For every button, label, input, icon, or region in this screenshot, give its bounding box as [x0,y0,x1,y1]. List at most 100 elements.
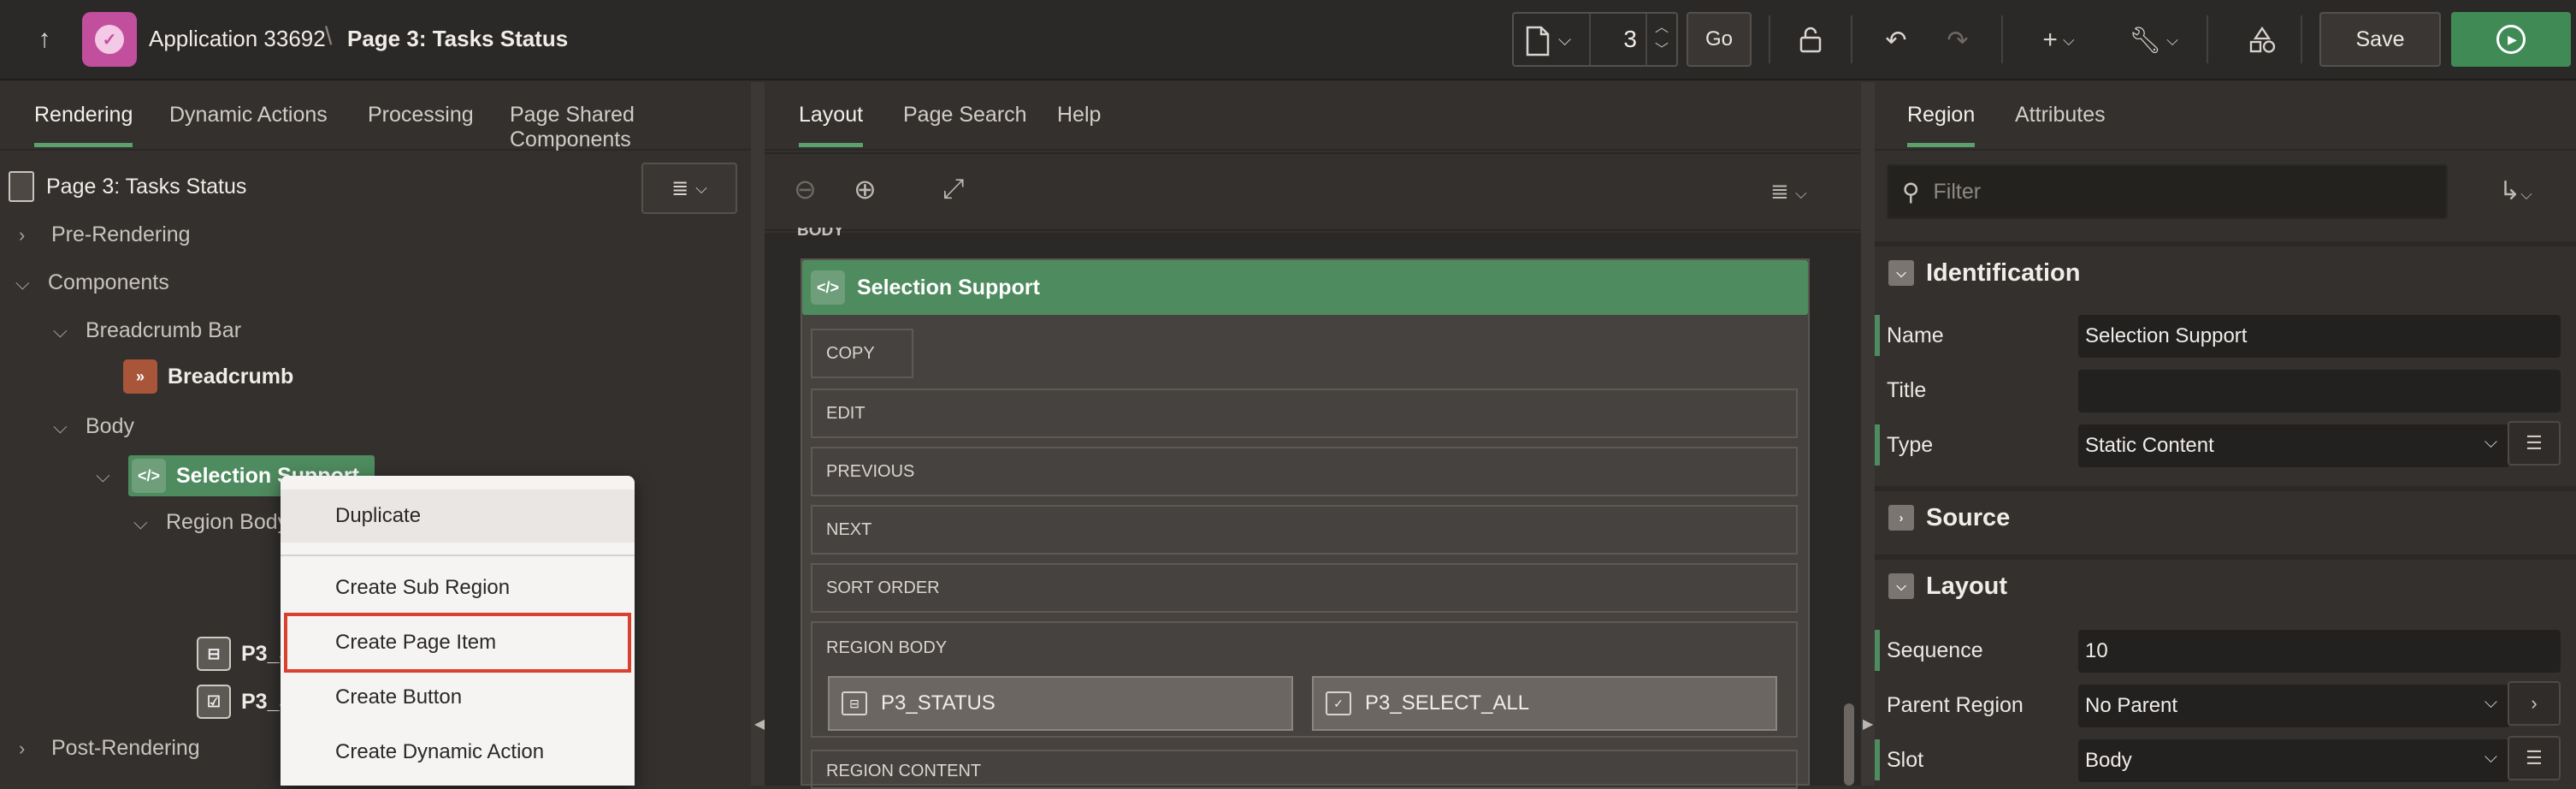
chevron-down-icon[interactable]: ⌵ [133,512,148,534]
type-select[interactable]: Static Content ⌵ [2078,424,2509,467]
tab-attributes[interactable]: Attributes [2015,103,2106,143]
chevron-down-icon: ⌵ [2484,693,2497,712]
tab-page-shared-components[interactable]: Page Shared Components [510,103,751,168]
chevron-down-icon[interactable]: ⌵ [53,320,68,342]
filter-input[interactable]: ⚲ Filter [1887,164,2448,219]
title-field[interactable] [2078,370,2561,412]
tree-node-item-2[interactable]: ☑ P3_S [197,685,293,719]
tab-dynamic-actions[interactable]: Dynamic Actions [169,103,328,143]
zoom-out-icon[interactable]: ⊖ [794,173,817,205]
list-options-icon[interactable]: ☰ [2508,736,2561,780]
page-number-spinner[interactable]: ︿ ﹀ [1645,14,1676,65]
slot-copy[interactable]: COPY [811,329,913,378]
chevron-up-icon[interactable]: ︿ [1655,17,1669,39]
menu-item-create-page-item[interactable]: Create Page Item [284,613,631,673]
chevron-down-icon[interactable]: ⌵ [1558,31,1571,50]
chevron-down-icon[interactable]: ﹀ [1655,39,1669,62]
collapse-left-icon[interactable]: ◀ [754,715,765,733]
create-plus-icon[interactable]: + ⌵ [2029,19,2089,62]
tree-node-breadcrumb-bar[interactable]: ⌵ Breadcrumb Bar [53,318,241,343]
page-item-p3-status[interactable]: ⊟ P3_STATUS [828,676,1293,731]
prop-label: Type [1887,433,1934,457]
collapse-icon[interactable]: ⌵ [1888,260,1914,286]
slot-region-content[interactable]: REGION CONTENT [811,750,1798,789]
tab-region[interactable]: Region [1907,103,1976,147]
run-page-button[interactable]: ▶ [2451,12,2571,67]
slot-next[interactable]: NEXT [811,505,1798,555]
body-slot-label: BODY [797,228,844,240]
tree-root[interactable]: Page 3: Tasks Status [9,171,246,202]
chevron-down-icon[interactable]: ⌵ [53,416,68,438]
lock-icon[interactable] [1789,19,1832,62]
section-layout[interactable]: ⌵ Layout [1875,555,2576,613]
region-header[interactable]: </> Selection Support [802,260,1808,315]
chevron-down-icon[interactable]: ⌵ [15,272,30,294]
parent-region-select[interactable]: No Parent ⌵ [2078,685,2509,727]
tree-node-breadcrumb[interactable]: » Breadcrumb [123,359,293,394]
slot-edit[interactable]: EDIT [811,389,1798,438]
menu-item-create-button[interactable]: Create Button [281,671,635,724]
chevron-down-icon: ⌵ [2484,433,2497,452]
section-identification[interactable]: ⌵ Identification [1875,241,2576,300]
tree-node-pre-rendering[interactable]: › Pre-Rendering [19,222,191,247]
chevron-right-icon[interactable]: › [19,224,31,246]
tab-processing[interactable]: Processing [368,103,474,143]
go-button[interactable]: Go [1687,12,1752,67]
wrench-icon[interactable]: 🔧︎ ⌵ [2121,19,2186,62]
property-editor: Region Attributes ⚲ Filter ↳⌵ ⌵ Identifica… [1875,82,2576,786]
go-to-group-icon[interactable]: ↳⌵ [2499,176,2532,206]
save-button[interactable]: Save [2319,12,2441,67]
tree-node-region-body[interactable]: ⌵ Region Body [133,510,288,535]
app-logo-icon[interactable]: ✓ [82,12,137,67]
slot-select[interactable]: Body ⌵ [2078,739,2509,782]
slot-sort-order[interactable]: SORT ORDER [811,563,1798,613]
page-item-p3-select-all[interactable]: ✓ P3_SELECT_ALL [1312,676,1777,731]
panel-splitter-left[interactable]: ◀ [751,82,765,786]
tree-node-post-rendering[interactable]: › Post-Rendering [19,736,200,761]
layout-canvas: BODY </> Selection Support COPY EDIT PREV… [765,228,1861,789]
required-indicator [1875,739,1880,780]
slot-previous[interactable]: PREVIOUS [811,447,1798,496]
tab-page-search[interactable]: Page Search [903,103,1027,143]
code-region-icon: </> [132,459,166,493]
tab-rendering[interactable]: Rendering [34,103,133,147]
tree-menu-button[interactable]: ≣ ⌵ [641,163,737,214]
page-number-input[interactable]: 3 [1589,14,1647,65]
sequence-field[interactable]: 10 [2078,630,2561,673]
divider [2301,15,2302,63]
vertical-scrollbar[interactable] [1844,703,1854,786]
tree-node-item-1[interactable]: ⊟ P3_S [197,637,293,671]
chevron-down-icon[interactable]: ⌵ [96,465,110,487]
name-field[interactable]: Selection Support [2078,315,2561,358]
slot-region-body[interactable]: REGION BODY ⊟ P3_STATUS ✓ P3_SELECT_ALL [811,621,1798,738]
panel-splitter-right[interactable]: ▶ [1861,82,1875,786]
menu-item-create-dynamic-action[interactable]: Create Dynamic Action [281,726,635,779]
list-options-icon[interactable]: ☰ [2508,421,2561,466]
section-source[interactable]: › Source [1875,486,2576,544]
tree-node-components[interactable]: ⌵ Components [15,270,169,295]
expand-icon[interactable]: ⤢ [942,173,965,205]
chevron-right-icon[interactable]: › [19,738,31,760]
menu-item-duplicate[interactable]: Duplicate [281,489,635,543]
breadcrumb-separator: \ [325,22,333,50]
collapse-icon[interactable]: ⌵ [1888,573,1914,599]
page-title: Page 3: Tasks Status [347,26,569,51]
region-selection-support[interactable]: </> Selection Support COPY EDIT PREVIOUS … [801,258,1810,789]
zoom-in-icon[interactable]: ⊕ [854,173,877,205]
tab-help[interactable]: Help [1057,103,1101,143]
app-name-link[interactable]: Application 33692 [149,26,326,52]
tab-layout[interactable]: Layout [799,103,864,147]
arrow-up-icon[interactable]: ↑ [26,21,63,58]
tree-node-body[interactable]: ⌵ Body [53,414,134,439]
page-icon[interactable] [1526,26,1550,56]
shared-components-icon[interactable] [2241,19,2284,62]
undo-icon[interactable]: ↶ [1875,19,1917,62]
chevron-right-icon[interactable]: › [2508,681,2561,726]
layout-menu-icon[interactable]: ≣ ⌵ [1770,178,1807,205]
prop-label: Title [1887,378,1927,402]
expand-icon[interactable]: › [1888,505,1914,531]
page-selector[interactable]: ⌵ 3 ︿ ﹀ [1512,12,1678,67]
collapse-right-icon[interactable]: ▶ [1863,715,1873,733]
redo-icon[interactable]: ↷ [1936,19,1979,62]
menu-item-create-sub-region[interactable]: Create Sub Region [281,561,635,614]
